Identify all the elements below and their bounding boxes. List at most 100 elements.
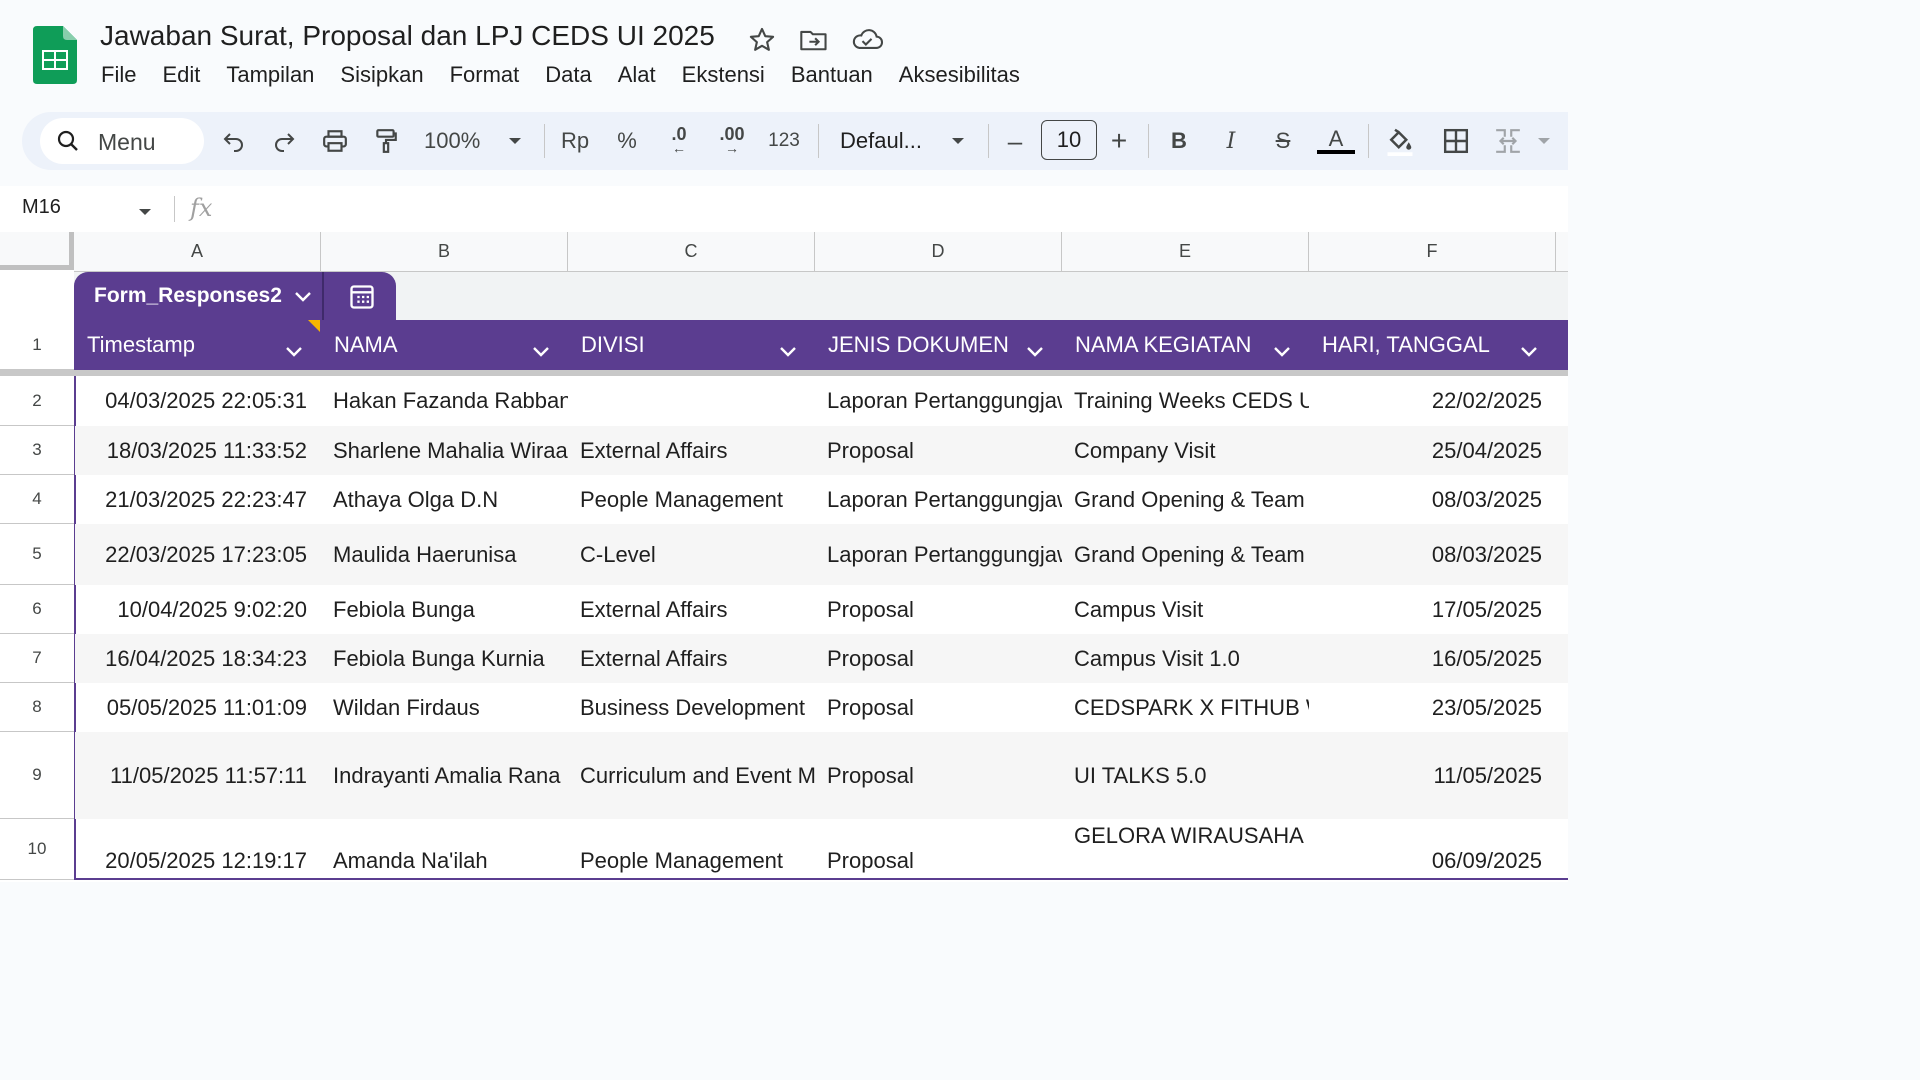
font-size-input[interactable]: 10 xyxy=(1041,120,1097,160)
cell-nama-kegiatan[interactable]: GELORA WIRAUSAHA 2025 xyxy=(1062,819,1309,880)
cell-nama-kegiatan[interactable]: Grand Opening & Team Building xyxy=(1062,524,1309,585)
row-header-8[interactable]: 8 xyxy=(0,683,75,732)
undo-icon[interactable] xyxy=(218,121,250,161)
cell-timestamp[interactable]: 18/03/2025 11:33:52 xyxy=(75,426,321,475)
menu-file[interactable]: File xyxy=(88,60,149,92)
cell-divisi[interactable]: Curriculum and Event Management xyxy=(568,732,815,819)
cell-nama-kegiatan[interactable]: UI TALKS 5.0 xyxy=(1062,732,1309,819)
cell-hari-tanggal[interactable]: 17/05/2025 xyxy=(1309,585,1556,634)
fill-color-icon[interactable] xyxy=(1382,121,1418,161)
cell-hari-tanggal[interactable]: 06/09/2025 xyxy=(1309,819,1556,880)
cell-nama[interactable]: Amanda Na'ilah xyxy=(321,819,568,880)
cell-timestamp[interactable]: 04/03/2025 22:05:31 xyxy=(75,376,321,426)
name-box[interactable]: M16 xyxy=(22,196,61,219)
cell-jenis-dokumen[interactable]: Proposal xyxy=(815,819,1062,880)
cell-hari-tanggal[interactable]: 16/05/2025 xyxy=(1309,634,1556,683)
cloud-saved-icon[interactable] xyxy=(850,26,884,54)
cell-divisi[interactable]: People Management xyxy=(568,819,815,880)
chevron-down-icon[interactable] xyxy=(294,290,312,308)
format-currency-button[interactable]: Rp xyxy=(558,121,592,161)
zoom-dropdown-icon[interactable] xyxy=(504,121,526,161)
chevron-down-icon[interactable] xyxy=(1273,338,1291,364)
chevron-down-icon[interactable] xyxy=(1026,338,1044,364)
strikethrough-button[interactable]: S xyxy=(1268,121,1298,161)
cell-jenis-dokumen[interactable]: Laporan Pertanggungjawaban xyxy=(815,475,1062,524)
row-header-9[interactable]: 9 xyxy=(0,732,75,819)
cell-divisi[interactable]: Business Development xyxy=(568,683,815,732)
zoom-select[interactable]: 100% xyxy=(424,121,490,161)
cell-nama[interactable]: Indrayanti Amalia Rana xyxy=(321,732,568,819)
cell-hari-tanggal[interactable]: 22/02/2025 xyxy=(1309,376,1556,426)
cell-timestamp[interactable]: 20/05/2025 12:19:17 xyxy=(75,819,321,880)
document-title[interactable]: Jawaban Surat, Proposal dan LPJ CEDS UI … xyxy=(100,20,715,52)
chevron-down-icon[interactable] xyxy=(285,338,303,364)
cell-jenis-dokumen[interactable]: Proposal xyxy=(815,683,1062,732)
cell-hari-tanggal[interactable]: 11/05/2025 xyxy=(1309,732,1556,819)
column-header-b[interactable]: B xyxy=(321,232,568,272)
cell-timestamp[interactable]: 05/05/2025 11:01:09 xyxy=(75,683,321,732)
cell-nama-kegiatan[interactable]: CEDSPARK X FITHUB W xyxy=(1062,683,1309,732)
row-header-1[interactable]: 1 xyxy=(0,320,75,370)
cell-divisi[interactable]: C-Level xyxy=(568,524,815,585)
menu-edit[interactable]: Edit xyxy=(149,60,213,92)
cell-timestamp[interactable]: 10/04/2025 9:02:20 xyxy=(75,585,321,634)
cell-nama-kegiatan[interactable]: Company Visit xyxy=(1062,426,1309,475)
font-family-select[interactable]: Defaul... xyxy=(840,121,932,161)
cell-nama[interactable]: Febiola Bunga Kurnia xyxy=(321,634,568,683)
select-all-corner[interactable] xyxy=(0,232,74,270)
cell-timestamp[interactable]: 16/04/2025 18:34:23 xyxy=(75,634,321,683)
column-header-a[interactable]: A xyxy=(74,232,321,272)
cell-note-indicator[interactable] xyxy=(308,320,320,332)
print-icon[interactable] xyxy=(319,121,351,161)
row-header-4[interactable]: 4 xyxy=(0,475,75,524)
column-header-e[interactable]: E xyxy=(1062,232,1309,272)
decrease-font-size-button[interactable]: – xyxy=(1002,121,1028,161)
decrease-decimal-button[interactable]: .0 ← xyxy=(660,121,698,161)
move-to-folder-icon[interactable] xyxy=(799,26,827,54)
menu-insert[interactable]: Sisipkan xyxy=(327,60,436,92)
header-cell-nama[interactable]: NAMA xyxy=(321,320,568,370)
menu-format[interactable]: Format xyxy=(437,60,533,92)
table-view-icon[interactable] xyxy=(348,283,376,316)
row-header-7[interactable]: 7 xyxy=(0,634,75,683)
row-header-2[interactable]: 2 xyxy=(0,376,75,426)
cell-divisi[interactable]: People Management xyxy=(568,475,815,524)
cell-jenis-dokumen[interactable]: Proposal xyxy=(815,585,1062,634)
header-cell-hari-tanggal[interactable]: HARI, TANGGAL xyxy=(1309,320,1568,370)
cell-nama[interactable]: Athaya Olga D.N xyxy=(321,475,568,524)
column-header-c[interactable]: C xyxy=(568,232,815,272)
format-percent-button[interactable]: % xyxy=(612,121,642,161)
header-cell-nama-kegiatan[interactable]: NAMA KEGIATAN xyxy=(1062,320,1309,370)
column-header-f[interactable]: F xyxy=(1309,232,1556,272)
chevron-down-icon[interactable] xyxy=(1520,338,1538,364)
increase-font-size-button[interactable]: + xyxy=(1106,121,1132,161)
menu-help[interactable]: Bantuan xyxy=(778,60,886,92)
cell-nama[interactable]: Maulida Haerunisa xyxy=(321,524,568,585)
row-header-3[interactable]: 3 xyxy=(0,426,75,475)
merge-cells-icon[interactable] xyxy=(1490,121,1526,161)
cell-jenis-dokumen[interactable]: Laporan Pertanggungjawaban xyxy=(815,524,1062,585)
search-menus-button[interactable]: Menu xyxy=(40,118,204,164)
cell-hari-tanggal[interactable]: 23/05/2025 xyxy=(1309,683,1556,732)
name-box-dropdown-icon[interactable] xyxy=(138,204,152,222)
header-cell-divisi[interactable]: DIVISI xyxy=(568,320,815,370)
cell-jenis-dokumen[interactable]: Proposal xyxy=(815,732,1062,819)
bold-button[interactable]: B xyxy=(1164,121,1194,161)
redo-icon[interactable] xyxy=(268,121,300,161)
row-header-5[interactable]: 5 xyxy=(0,524,75,585)
increase-decimal-button[interactable]: .00 → xyxy=(712,121,752,161)
chevron-down-icon[interactable] xyxy=(532,338,550,364)
star-icon[interactable] xyxy=(748,26,776,54)
borders-icon[interactable] xyxy=(1438,121,1474,161)
menu-tools[interactable]: Alat xyxy=(605,60,669,92)
cell-divisi[interactable]: External Affairs xyxy=(568,634,815,683)
menu-view[interactable]: Tampilan xyxy=(213,60,327,92)
italic-button[interactable]: I xyxy=(1216,121,1246,161)
cell-divisi[interactable] xyxy=(568,376,815,426)
row-header-6[interactable]: 6 xyxy=(0,585,75,634)
more-formats-button[interactable]: 123 xyxy=(764,121,804,161)
cell-nama-kegiatan[interactable]: Grand Opening & Team Building xyxy=(1062,475,1309,524)
header-cell-timestamp[interactable]: Timestamp xyxy=(74,320,321,370)
cell-nama[interactable]: Febiola Bunga xyxy=(321,585,568,634)
merge-dropdown-icon[interactable] xyxy=(1534,121,1554,161)
